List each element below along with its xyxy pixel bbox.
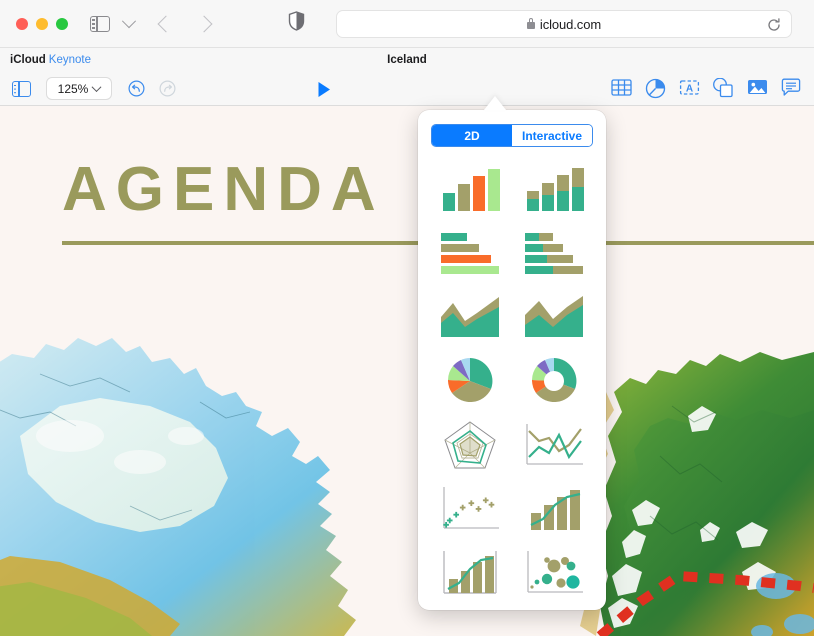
chart-option-bar[interactable] — [428, 222, 512, 284]
chart-option-radar[interactable] — [428, 414, 512, 476]
url-text: icloud.com — [539, 16, 602, 32]
minimize-button[interactable] — [36, 17, 48, 30]
table-icon[interactable] — [611, 78, 632, 99]
chart-type-segmented-control: 2D Interactive — [431, 124, 593, 147]
media-icon[interactable] — [747, 78, 768, 99]
reload-icon[interactable] — [767, 18, 781, 32]
address-bar[interactable]: icloud.com — [336, 10, 792, 38]
document-title[interactable]: Iceland — [0, 54, 814, 66]
comment-icon[interactable] — [781, 78, 802, 99]
undo-icon[interactable] — [128, 80, 145, 97]
zoom-dropdown[interactable]: 125% — [46, 77, 112, 100]
sidebar-toggle-icon[interactable] — [12, 81, 31, 97]
chart-option-column[interactable] — [428, 158, 512, 220]
chart-option-two-axis[interactable] — [428, 542, 512, 604]
chart-option-mixed[interactable] — [512, 478, 596, 540]
chart-option-donut[interactable] — [512, 350, 596, 412]
back-arrow-icon[interactable] — [157, 15, 175, 32]
popover-arrow — [484, 96, 506, 110]
zoom-level-label: 125% — [57, 81, 89, 96]
chart-option-area[interactable] — [428, 286, 512, 348]
chart-type-grid — [428, 158, 596, 604]
chart-option-pie[interactable] — [428, 350, 512, 412]
play-icon[interactable] — [317, 81, 332, 103]
browser-toolbar: icloud.com — [0, 0, 814, 48]
chart-option-stacked-area[interactable] — [512, 286, 596, 348]
chart-option-scatter[interactable] — [428, 478, 512, 540]
slide-canvas[interactable]: AGENDA — [0, 106, 814, 636]
chart-picker-popover: 2D Interactive — [418, 110, 606, 610]
window-controls — [16, 17, 68, 30]
keynote-toolbar: 125% A — [0, 72, 814, 106]
chevron-down-icon — [91, 82, 102, 93]
text-icon[interactable]: A — [679, 78, 700, 99]
segment-2d[interactable]: 2D — [432, 125, 512, 146]
segment-interactive[interactable]: Interactive — [512, 125, 592, 146]
keynote-window: icloud.com iCloud Keynote Iceland 125% A… — [0, 0, 814, 636]
chart-option-stacked-column[interactable] — [512, 158, 596, 220]
slide-heading[interactable]: AGENDA — [62, 154, 385, 225]
svg-text:A: A — [686, 84, 693, 95]
chart-option-line[interactable] — [512, 414, 596, 476]
shape-icon[interactable] — [713, 77, 734, 99]
insert-tools: A — [611, 77, 802, 99]
forward-arrow-icon[interactable] — [195, 15, 213, 32]
app-header: iCloud Keynote Iceland — [0, 48, 814, 72]
right-landmass — [576, 352, 814, 636]
sidebar-icon[interactable] — [90, 15, 110, 32]
chevron-down-icon[interactable] — [121, 13, 137, 28]
left-landmass — [0, 338, 356, 636]
lock-icon — [526, 17, 535, 29]
privacy-shield-icon[interactable] — [288, 11, 305, 36]
chart-icon[interactable] — [645, 78, 666, 99]
close-button[interactable] — [16, 17, 28, 30]
chart-option-bubble[interactable] — [512, 542, 596, 604]
zoom-button[interactable] — [56, 17, 68, 30]
redo-icon[interactable] — [159, 80, 176, 97]
chart-option-stacked-bar[interactable] — [512, 222, 596, 284]
